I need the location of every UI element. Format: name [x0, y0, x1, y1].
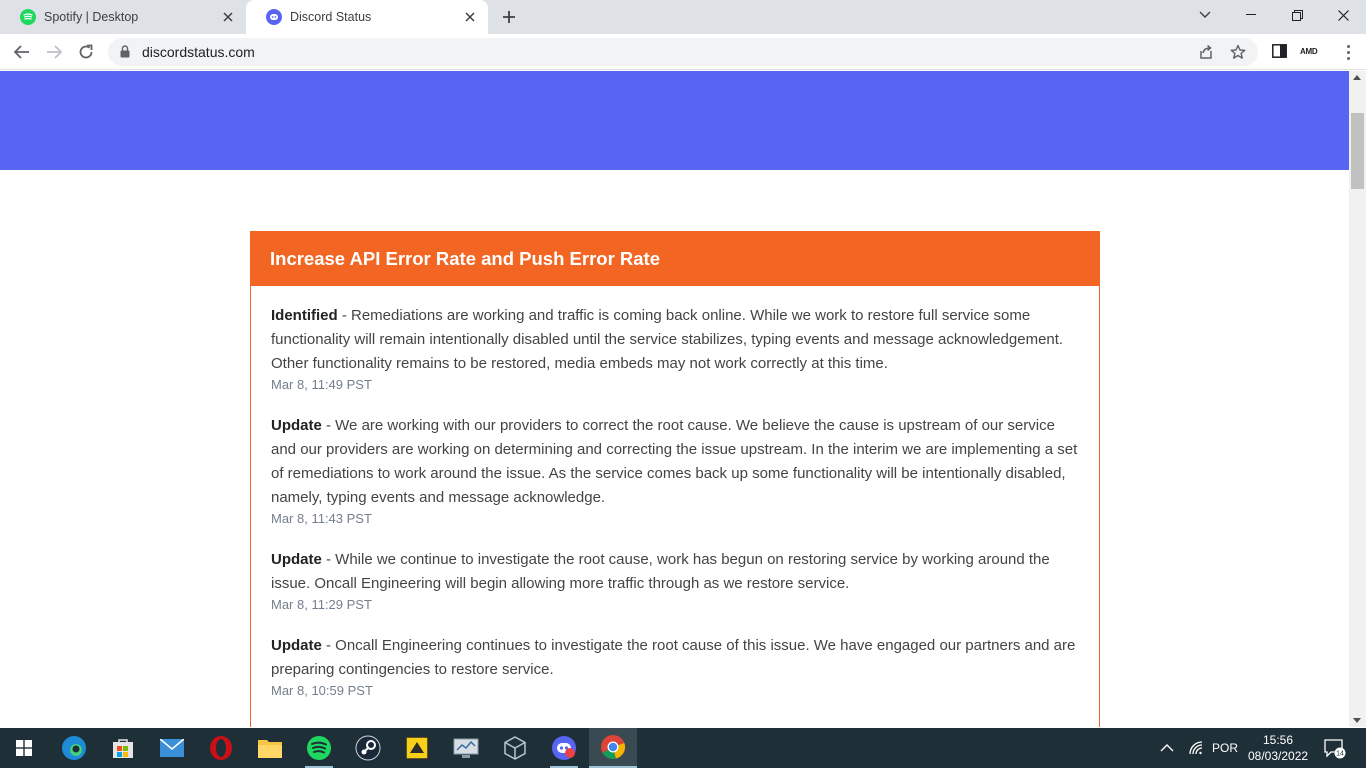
update-body: Update - While we continue to investigat…: [271, 548, 1079, 596]
update-body: Update - Oncall Engineering continues to…: [271, 634, 1079, 682]
tab-search-icon[interactable]: [1182, 0, 1228, 30]
new-tab-button[interactable]: [497, 5, 521, 29]
incident-card: Increase API Error Rate and Push Error R…: [250, 231, 1100, 727]
update-text: - We are working with our providers to c…: [271, 417, 1078, 506]
hero-banner: [0, 71, 1349, 170]
incident-title[interactable]: Increase API Error Rate and Push Error R…: [270, 248, 660, 270]
update-timestamp: Mar 8, 11:29 PST: [271, 597, 372, 612]
language-indicator[interactable]: POR: [1212, 728, 1238, 768]
incident-update: Update - We are working with our provide…: [271, 414, 1079, 527]
wifi-icon[interactable]: [1188, 728, 1204, 768]
update-body: Update - We are working with our provide…: [271, 414, 1079, 510]
scroll-down-arrow-icon[interactable]: [1353, 718, 1361, 723]
tab-discord-status[interactable]: Discord Status: [246, 0, 488, 34]
browser-toolbar: discordstatus.com AMD: [0, 34, 1366, 70]
notifications-icon[interactable]: 14: [1324, 728, 1346, 768]
update-status: Update: [271, 551, 322, 568]
restore-icon[interactable]: [1274, 0, 1320, 30]
chrome-icon[interactable]: [589, 728, 637, 768]
update-timestamp: Mar 8, 10:59 PST: [271, 683, 373, 698]
scrollbar-thumb[interactable]: [1351, 113, 1364, 189]
update-status: Identified: [271, 307, 338, 324]
forward-icon[interactable]: [41, 39, 67, 65]
update-text: - Oncall Engineering continues to invest…: [271, 637, 1076, 678]
close-window-icon[interactable]: [1320, 0, 1366, 30]
system-clock[interactable]: 15:56 08/03/2022: [1248, 732, 1308, 764]
tab-spotify[interactable]: Spotify | Desktop: [0, 0, 246, 34]
spotify-icon[interactable]: [295, 728, 343, 768]
update-body: Identified - Remediations are working an…: [271, 304, 1079, 376]
page-scrollbar[interactable]: [1349, 71, 1366, 727]
chrome-menu-icon[interactable]: [1338, 42, 1358, 62]
spotify-icon: [20, 9, 36, 25]
page-viewport: Increase API Error Rate and Push Error R…: [0, 71, 1349, 727]
reload-icon[interactable]: [73, 39, 99, 65]
clock-time: 15:56: [1262, 733, 1294, 747]
side-panel-icon[interactable]: [1272, 44, 1287, 63]
incident-update: Update - While we continue to investigat…: [271, 548, 1079, 613]
notification-count: 14: [1336, 751, 1344, 758]
amd-extension-icon[interactable]: AMD: [1300, 47, 1318, 56]
mail-icon[interactable]: [148, 728, 196, 768]
scroll-up-arrow-icon[interactable]: [1353, 75, 1361, 80]
update-text: - Remediations are working and traffic i…: [271, 307, 1064, 372]
file-explorer-icon[interactable]: [246, 728, 294, 768]
edge-icon[interactable]: [50, 728, 98, 768]
store-icon[interactable]: [99, 728, 147, 768]
incident-update: Update - Oncall Engineering continues to…: [271, 634, 1079, 699]
close-tab-icon[interactable]: [216, 5, 240, 29]
incident-header[interactable]: Increase API Error Rate and Push Error R…: [251, 231, 1099, 286]
show-hidden-icons-icon[interactable]: [1160, 728, 1174, 768]
share-icon[interactable]: [1198, 44, 1214, 65]
lock-icon[interactable]: [120, 45, 130, 63]
update-timestamp: Mar 8, 11:49 PST: [271, 377, 372, 392]
tab-title: Spotify | Desktop: [44, 10, 139, 24]
incident-updates: Identified - Remediations are working an…: [251, 286, 1099, 699]
update-status: Update: [271, 417, 322, 434]
tab-strip: Spotify | Desktop Discord Status: [0, 0, 1366, 34]
minimize-icon[interactable]: [1228, 0, 1274, 30]
close-tab-icon[interactable]: [458, 5, 482, 29]
url-text[interactable]: discordstatus.com: [142, 44, 255, 60]
start-icon[interactable]: [0, 728, 48, 768]
discord-icon[interactable]: [540, 728, 588, 768]
incident-update: Identified - Remediations are working an…: [271, 304, 1079, 393]
update-timestamp: Mar 8, 11:43 PST: [271, 511, 372, 526]
virtualbox-icon[interactable]: [491, 728, 539, 768]
update-status: Update: [271, 637, 322, 654]
discord-icon: [266, 9, 282, 25]
clock-date: 08/03/2022: [1248, 749, 1309, 763]
app-icon[interactable]: [393, 728, 441, 768]
bookmark-star-icon[interactable]: [1230, 44, 1246, 65]
address-bar[interactable]: discordstatus.com: [108, 38, 1258, 66]
monitor-icon[interactable]: [442, 728, 490, 768]
steam-icon[interactable]: [344, 728, 392, 768]
back-icon[interactable]: [9, 39, 35, 65]
opera-icon[interactable]: [197, 728, 245, 768]
windows-taskbar: POR 15:56 08/03/2022 14: [0, 728, 1366, 768]
update-text: - While we continue to investigate the r…: [271, 551, 1050, 592]
tab-title: Discord Status: [290, 10, 372, 24]
